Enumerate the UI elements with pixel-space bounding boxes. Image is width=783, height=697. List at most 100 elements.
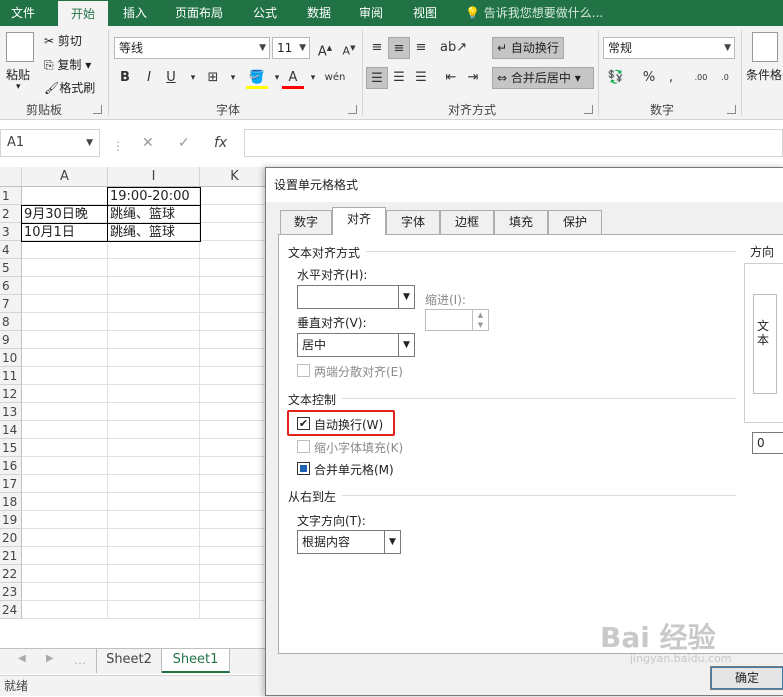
dialog-tab-alignment[interactable]: 对齐 (332, 207, 386, 235)
row-header[interactable]: 9 (0, 331, 22, 349)
horizontal-align-dropdown[interactable]: ▼ (297, 285, 415, 309)
percent-button[interactable]: % (638, 67, 660, 89)
underline-dropdown-icon[interactable]: ▾ (182, 67, 204, 89)
font-launcher-icon[interactable] (348, 105, 357, 114)
text-direction-dropdown[interactable]: 根据内容 ▼ (297, 530, 401, 554)
indent-spinner[interactable]: ▲ ▼ (425, 309, 489, 331)
degrees-input[interactable]: 0 (752, 432, 783, 454)
enter-icon[interactable]: ✓ (178, 129, 190, 157)
cut-button[interactable]: ✂ 剪切 (44, 32, 82, 49)
comma-icon[interactable]: , (660, 67, 682, 89)
wrap-text-button[interactable]: ↵ 自动换行 (492, 37, 564, 59)
grid-cell[interactable] (22, 277, 108, 295)
increase-decimal-icon[interactable]: .00 (690, 67, 712, 89)
row-header[interactable]: 12 (0, 385, 22, 403)
grid-cell[interactable] (108, 349, 200, 367)
dialog-tab-number[interactable]: 数字 (280, 210, 332, 234)
grid-cell[interactable] (200, 313, 266, 331)
borders-icon[interactable]: ⊞ (202, 67, 224, 89)
tab-formulas[interactable]: 公式 (244, 0, 286, 26)
row-header[interactable]: 21 (0, 547, 22, 565)
cell-i3[interactable]: 跳绳、篮球 (107, 223, 201, 242)
paste-button[interactable]: 粘贴 (6, 66, 30, 83)
font-color-dropdown-icon[interactable]: ▾ (302, 67, 324, 89)
bold-button[interactable]: B (114, 67, 136, 89)
grid-cell[interactable] (108, 565, 200, 583)
grid-cell[interactable] (200, 457, 266, 475)
grid-cell[interactable] (200, 331, 266, 349)
number-launcher-icon[interactable] (727, 105, 736, 114)
align-left-icon[interactable]: ☰ (366, 67, 388, 89)
tab-file[interactable]: 文件 (0, 0, 46, 26)
column-header-i[interactable]: I (108, 167, 200, 187)
cell-i1[interactable]: 19:00-20:00 (107, 187, 201, 206)
grid-cell[interactable] (200, 511, 266, 529)
grid-cell[interactable] (22, 241, 108, 259)
tab-page-layout[interactable]: 页面布局 (166, 0, 232, 26)
column-header-k[interactable]: K (200, 167, 266, 187)
grid-cell[interactable] (22, 565, 108, 583)
shrink-to-fit-checkbox[interactable] (297, 440, 310, 453)
grid-cell[interactable] (200, 529, 266, 547)
dialog-tab-font[interactable]: 字体 (386, 210, 440, 234)
decrease-decimal-icon[interactable]: .0 (714, 67, 736, 89)
row-header[interactable]: 4 (0, 241, 22, 259)
row-header[interactable]: 8 (0, 313, 22, 331)
tab-review[interactable]: 审阅 (350, 0, 392, 26)
grid-cell[interactable] (200, 385, 266, 403)
grid-cell[interactable] (200, 403, 266, 421)
grid-cell[interactable] (108, 241, 200, 259)
row-header[interactable]: 24 (0, 601, 22, 619)
grid-cell[interactable] (22, 475, 108, 493)
grid-cell[interactable] (200, 223, 266, 241)
grid-cell[interactable] (108, 403, 200, 421)
grid-cell[interactable] (108, 583, 200, 601)
row-header[interactable]: 11 (0, 367, 22, 385)
grid-cell[interactable] (200, 493, 266, 511)
grid-cell[interactable] (200, 241, 266, 259)
grid-cell[interactable] (200, 421, 266, 439)
decrease-font-icon[interactable]: A▼ (338, 37, 360, 59)
grid-cell[interactable] (108, 295, 200, 313)
grid-cell[interactable] (200, 187, 266, 205)
tab-view[interactable]: 视图 (404, 0, 446, 26)
row-header[interactable]: 10 (0, 349, 22, 367)
format-painter-button[interactable]: 🖌格式刷 (44, 79, 95, 96)
cancel-icon[interactable]: ✕ (142, 129, 154, 157)
row-header[interactable]: 5 (0, 259, 22, 277)
grid-cell[interactable] (22, 547, 108, 565)
grid-cell[interactable] (200, 277, 266, 295)
grid-cell[interactable] (22, 601, 108, 619)
row-header[interactable]: 18 (0, 493, 22, 511)
justify-distributed-checkbox[interactable] (297, 364, 310, 377)
cell-a3[interactable]: 10月1日 (21, 223, 108, 242)
select-all-corner[interactable] (0, 167, 22, 187)
row-header[interactable]: 23 (0, 583, 22, 601)
merge-center-button[interactable]: ⇔ 合并后居中 ▾ (492, 67, 594, 89)
grid-cell[interactable] (108, 601, 200, 619)
grid-cell[interactable] (200, 475, 266, 493)
tab-home[interactable]: 开始 (58, 0, 108, 26)
scroll-right-icon[interactable]: ▶ (46, 653, 54, 664)
grid-cell[interactable] (22, 259, 108, 277)
column-header-a[interactable]: A (22, 167, 108, 187)
row-header[interactable]: 13 (0, 403, 22, 421)
row-header[interactable]: 19 (0, 511, 22, 529)
dialog-tab-fill[interactable]: 填充 (494, 210, 548, 234)
tab-data[interactable]: 数据 (298, 0, 340, 26)
italic-button[interactable]: I (138, 67, 160, 89)
grid-cell[interactable] (108, 277, 200, 295)
sheet-tab-sheet1[interactable]: Sheet1 (162, 649, 230, 673)
merge-cells-checkbox[interactable] (297, 462, 310, 475)
phonetic-icon[interactable]: wén (324, 67, 346, 89)
grid-cell[interactable] (200, 547, 266, 565)
tab-insert[interactable]: 插入 (112, 0, 158, 26)
row-header[interactable]: 2 (0, 205, 22, 223)
ok-button[interactable]: 确定 (710, 666, 783, 690)
more-icon[interactable]: … (74, 653, 86, 667)
accounting-icon[interactable]: 💱 (605, 67, 627, 89)
grid-cell[interactable] (22, 511, 108, 529)
align-center-icon[interactable]: ☰ (388, 67, 410, 89)
name-box[interactable]: A1 ▼ (0, 129, 100, 157)
grid-cell[interactable] (22, 385, 108, 403)
